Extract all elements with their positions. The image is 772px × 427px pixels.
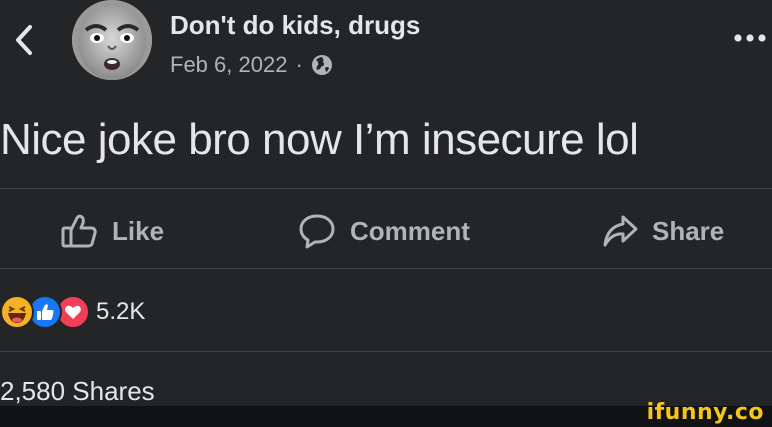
divider <box>0 268 772 269</box>
meta-separator: · <box>295 52 303 77</box>
post-author[interactable]: Don't do kids, drugs <box>170 10 420 41</box>
reactions-summary[interactable]: 5.2K <box>0 292 145 332</box>
avatar-face-image <box>72 0 152 80</box>
divider <box>0 188 772 189</box>
comment-button[interactable]: Comment <box>298 208 470 254</box>
post-meta: Feb 6, 2022 · <box>170 52 333 78</box>
share-arrow-icon <box>603 215 638 247</box>
comment-bubble-icon <box>299 214 335 249</box>
reaction-count: 5.2K <box>96 298 146 325</box>
like-button[interactable]: Like <box>60 208 164 254</box>
globe-icon <box>311 55 332 75</box>
shares-count[interactable]: 2,580 Shares <box>0 376 155 407</box>
avatar[interactable] <box>72 0 152 80</box>
post-text: Nice joke bro now I’m insecure lol <box>0 115 639 164</box>
more-horizontal-icon <box>734 34 766 42</box>
ifunny-watermark: ifunny.co <box>646 400 764 425</box>
post-date[interactable]: Feb 6, 2022 <box>170 52 287 78</box>
share-label: Share <box>652 215 725 246</box>
chevron-left-icon <box>16 25 32 55</box>
haha-icon <box>0 295 34 329</box>
divider <box>0 351 772 352</box>
comment-label: Comment <box>350 215 470 246</box>
more-options-button[interactable] <box>730 20 770 56</box>
thumbs-up-icon <box>61 214 97 248</box>
share-button[interactable]: Share <box>602 208 724 254</box>
back-button[interactable] <box>8 20 40 60</box>
like-label: Like <box>112 215 165 246</box>
